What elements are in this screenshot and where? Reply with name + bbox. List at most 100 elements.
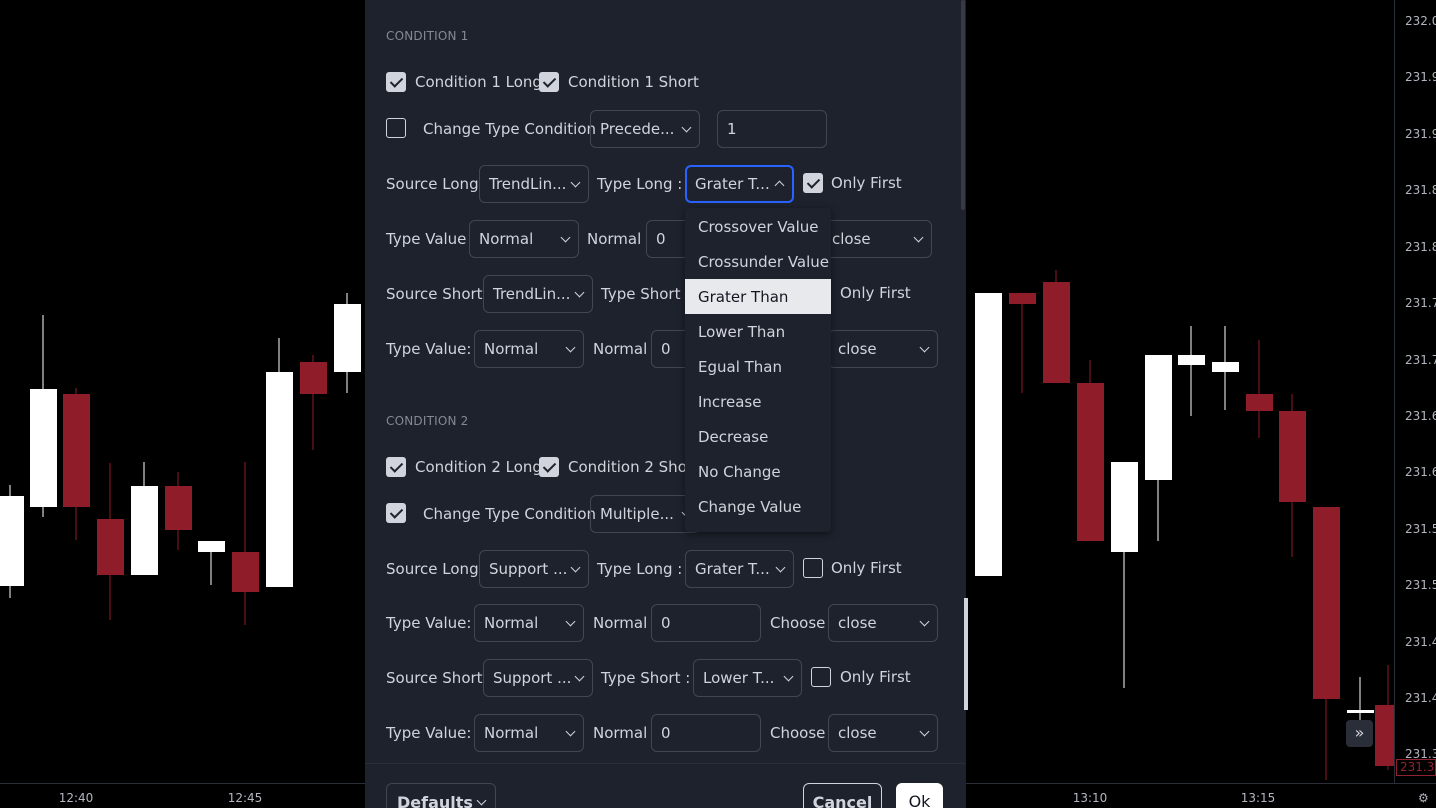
dropdown-item[interactable]: Crossover Value: [685, 209, 831, 244]
select-value: Precede...: [600, 120, 675, 138]
condition1-short-checkbox[interactable]: [539, 72, 559, 92]
chevron-down-icon: [574, 671, 585, 682]
condition2-type-value2-label: Type Value:: [386, 724, 472, 742]
current-price-label: 231.3: [1396, 759, 1436, 776]
candle-body: [1279, 411, 1306, 502]
candle-body: [1009, 293, 1036, 304]
condition1-normal-label: Normal: [587, 230, 642, 248]
defaults-button[interactable]: Defaults: [386, 783, 496, 808]
condition2-choose-select[interactable]: close: [828, 604, 938, 642]
condition2-source-long-select[interactable]: Support ...: [479, 550, 589, 588]
candle-body: [1043, 282, 1070, 383]
condition1-long-label: Condition 1 Long: [415, 73, 542, 91]
price-scale-label: 231.5: [1405, 578, 1436, 592]
candle-body: [1077, 383, 1104, 541]
select-value: Multiple...: [600, 505, 674, 523]
condition1-choose2-select[interactable]: close: [828, 330, 938, 368]
select-value: close: [832, 230, 871, 248]
condition2-choose2-select[interactable]: close: [828, 714, 938, 752]
dropdown-item[interactable]: Increase: [685, 384, 831, 419]
cancel-button[interactable]: Cancel: [803, 783, 882, 808]
condition2-type-long-label: Type Long :: [597, 560, 683, 578]
candle-body: [1111, 462, 1138, 552]
dropdown-item[interactable]: No Change: [685, 454, 831, 489]
chevron-down-icon: [919, 726, 930, 737]
condition1-change-type-number-input[interactable]: 1: [717, 110, 827, 148]
condition1-change-type-select[interactable]: Precede...: [590, 110, 700, 148]
condition2-change-type-label: Change Type Condition: [423, 505, 596, 523]
condition2-type-value2-select[interactable]: Normal: [474, 714, 584, 752]
condition2-change-type-checkbox[interactable]: [386, 503, 406, 523]
price-scale-label: 231.7: [1405, 353, 1436, 367]
price-scale-label: 231.6: [1405, 465, 1436, 479]
select-value: Normal: [484, 724, 539, 742]
condition2-short-checkbox[interactable]: [539, 457, 559, 477]
condition1-choose-select[interactable]: close: [822, 220, 932, 258]
condition1-only-first-long-checkbox[interactable]: [803, 173, 823, 193]
chevron-down-icon: [681, 122, 692, 133]
dropdown-item-selected[interactable]: Grater Than: [685, 279, 831, 314]
candle-body: [131, 486, 158, 575]
condition1-change-type-label: Change Type Condition: [423, 120, 596, 138]
condition2-type-short-label: Type Short :: [601, 669, 691, 687]
condition2-only-first-long-label: Only First: [831, 559, 902, 577]
condition2-normal2-input[interactable]: 0: [651, 714, 761, 752]
condition2-source-long-label: Source Long: [386, 560, 479, 578]
condition2-normal-label: Normal: [593, 614, 648, 632]
chart-scrollbar-handle[interactable]: [964, 598, 968, 710]
condition1-type-short-label: Type Short :: [601, 285, 691, 303]
price-scale-label: 231.4: [1405, 691, 1436, 705]
dropdown-item[interactable]: Change Value: [685, 489, 831, 524]
dropdown-item[interactable]: Decrease: [685, 419, 831, 454]
select-value: TrendLin...: [493, 285, 571, 303]
condition2-type-value-select[interactable]: Normal: [474, 604, 584, 642]
ok-button[interactable]: Ok: [896, 783, 943, 808]
price-scale-label: 231.4: [1405, 635, 1436, 649]
condition1-source-long-select[interactable]: TrendLin...: [479, 165, 589, 203]
price-scale-label: 231.9: [1405, 127, 1436, 141]
double-chevron-right-icon[interactable]: »: [1346, 720, 1373, 747]
dropdown-item[interactable]: Egual Than: [685, 349, 831, 384]
chevron-down-icon: [565, 726, 576, 737]
condition1-type-value2-select[interactable]: Normal: [474, 330, 584, 368]
condition1-short-label: Condition 1 Short: [568, 73, 699, 91]
condition1-only-first-short-label: Only First: [840, 284, 911, 302]
dropdown-item[interactable]: Lower Than: [685, 314, 831, 349]
dialog-footer: Defaults Cancel Ok: [365, 763, 966, 808]
condition1-source-short-select[interactable]: TrendLin...: [483, 275, 593, 313]
price-scale[interactable]: 232.0 231.9 231.9 231.8 231.8 231.7 231.7 231.6…: [1394, 0, 1436, 783]
time-axis-label: 12:45: [227, 791, 263, 805]
select-value: close: [838, 724, 877, 742]
condition1-long-checkbox[interactable]: [386, 72, 406, 92]
condition1-type-value-select[interactable]: Normal: [469, 220, 579, 258]
candle-body: [1212, 362, 1239, 372]
select-value: Lower T...: [703, 669, 775, 687]
condition2-only-first-short-checkbox[interactable]: [811, 667, 831, 687]
defaults-label: Defaults: [397, 793, 473, 808]
chevron-down-icon: [570, 562, 581, 573]
condition2-type-short-select[interactable]: Lower T...: [693, 659, 802, 697]
condition1-type-long-select[interactable]: Grater T...: [685, 165, 794, 203]
condition2-change-type-select[interactable]: Multiple...: [590, 495, 700, 533]
dialog-scrollbar[interactable]: [961, 0, 965, 210]
condition2-long-label: Condition 2 Long: [415, 458, 542, 476]
condition2-only-first-long-checkbox[interactable]: [803, 558, 823, 578]
chevron-down-icon: [783, 671, 794, 682]
dropdown-item[interactable]: Crossunder Value: [685, 244, 831, 279]
candle-body: [334, 304, 361, 372]
condition2-source-short-select[interactable]: Support ...: [483, 659, 593, 697]
gear-icon[interactable]: ⚙: [1418, 791, 1429, 805]
candle-body: [30, 389, 57, 507]
condition2-normal-input[interactable]: 0: [651, 604, 761, 642]
condition2-type-long-select[interactable]: Grater T...: [685, 550, 794, 588]
select-value: Normal: [479, 230, 534, 248]
candle-body: [1347, 710, 1374, 713]
condition1-change-type-checkbox[interactable]: [386, 118, 406, 138]
chevron-down-icon: [775, 562, 786, 573]
condition2-long-checkbox[interactable]: [386, 457, 406, 477]
select-value: Grater T...: [695, 175, 770, 193]
select-value: Support ...: [489, 560, 568, 578]
time-axis-label: 12:40: [58, 791, 94, 805]
chevron-down-icon: [565, 342, 576, 353]
select-value: Support ...: [493, 669, 572, 687]
